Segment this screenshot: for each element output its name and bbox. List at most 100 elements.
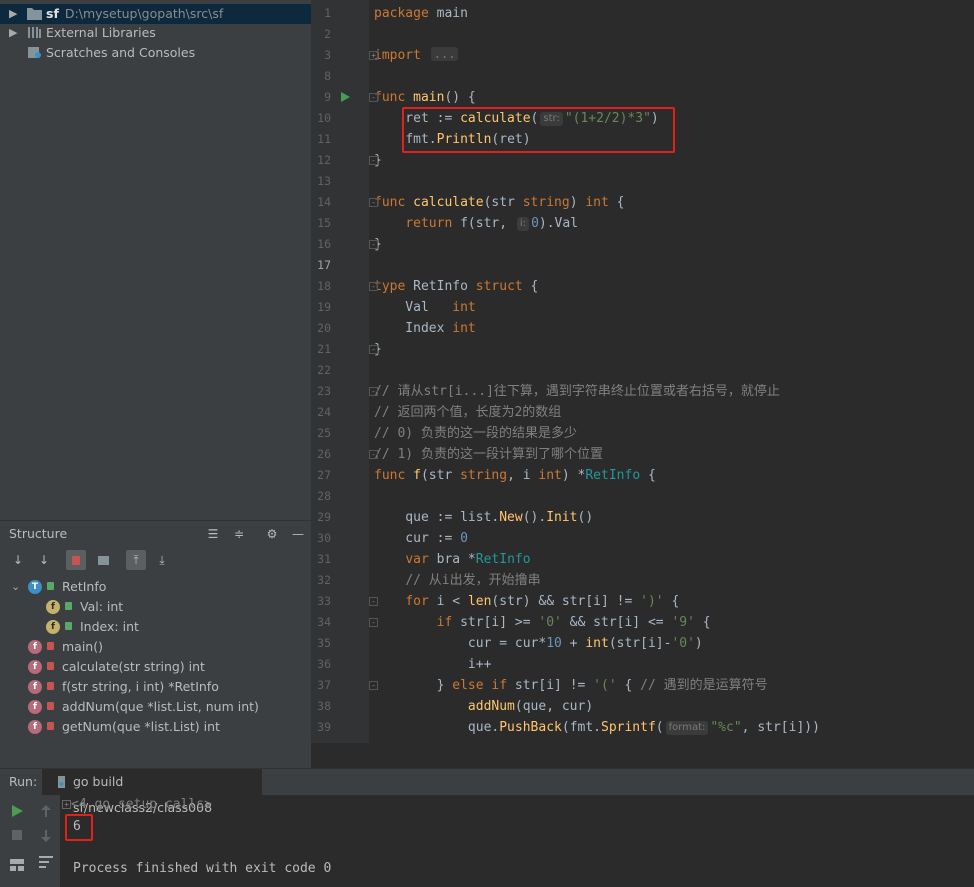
line-number: 10: [317, 111, 331, 125]
lock-icon: [47, 702, 54, 710]
run-icon[interactable]: [341, 92, 350, 102]
sort-alphabetically-icon[interactable]: ↓: [34, 550, 54, 570]
fold-icon[interactable]: +: [369, 51, 378, 60]
lock-icon: [47, 722, 54, 730]
code-line: que := list.New().Init(): [374, 510, 594, 525]
code-line: // 0) 负责的这一段的结果是多少: [374, 423, 577, 444]
line-number: 3: [324, 48, 331, 62]
function-icon: f: [28, 640, 42, 654]
structure-item-index[interactable]: f Index: int: [0, 617, 311, 637]
gear-icon[interactable]: ⚙: [262, 524, 282, 544]
code-line: que.PushBack(fmt.Sprintf(format: "%c", st…: [374, 720, 820, 735]
code-comment: // 1) 负责的这一段计算到了哪个位置: [374, 447, 603, 462]
fold-icon[interactable]: -: [369, 681, 378, 690]
code-line: -// 1) 负责的这一段计算到了哪个位置: [369, 444, 603, 465]
function-icon: f: [28, 700, 42, 714]
param-hint-i: i:: [516, 217, 530, 231]
line-number: 33: [317, 594, 331, 608]
arrow-down-icon[interactable]: [41, 830, 51, 842]
line-number: 39: [317, 720, 331, 734]
structure-item-f[interactable]: f f(str string, i int) *RetInfo: [0, 677, 311, 697]
code-comment: // 返回两个值，长度为2的数组: [374, 405, 562, 420]
autoscroll-to-source-icon[interactable]: ⤒: [126, 550, 146, 570]
line-number: 12: [317, 153, 331, 167]
structure-item-label: main(): [62, 639, 103, 654]
line-number: 20: [317, 321, 331, 335]
output-highlight-box: [65, 814, 93, 841]
code-line: i++: [374, 657, 492, 672]
code-line: cur = cur*10 + int(str[i]-'0'): [374, 636, 703, 651]
scratches-row[interactable]: Scratches and Consoles: [0, 43, 311, 63]
code-line: Val int: [374, 300, 476, 315]
structure-item-val[interactable]: f Val: int: [0, 597, 311, 617]
line-number: 35: [317, 636, 331, 650]
fold-icon[interactable]: -: [369, 156, 378, 165]
rerun-icon[interactable]: [12, 805, 23, 817]
expand-all-icon[interactable]: ☰: [203, 524, 223, 544]
project-panel: ▶ sf D:\mysetup\gopath\src\sf ▶ External …: [0, 0, 311, 520]
structure-panel: Structure ☰ ≑ ⚙ — ↓ ↓ ⤒ ⤓ ⌄ T RetInfo f …: [0, 520, 311, 769]
line-number: 26: [317, 447, 331, 461]
code-line: // 返回两个值，长度为2的数组: [374, 402, 561, 423]
code-line: - for i < len(str) && str[i] != ')' {: [369, 591, 679, 612]
fold-icon[interactable]: -: [369, 597, 378, 606]
soft-wrap-icon[interactable]: [39, 856, 53, 868]
fold-icon[interactable]: -: [369, 93, 378, 102]
fold-icon[interactable]: -: [369, 282, 378, 291]
structure-item-label: addNum(que *list.List, num int): [62, 699, 259, 714]
code-line: func f(str string, i int) *RetInfo {: [374, 468, 656, 483]
code-comment: // 0) 负责的这一段的结果是多少: [374, 426, 577, 441]
structure-item-calculate[interactable]: f calculate(str string) int: [0, 657, 311, 677]
collapse-all-icon[interactable]: ≑: [229, 524, 249, 544]
structure-item-label: calculate(str string) int: [62, 659, 205, 674]
arrow-up-icon[interactable]: [41, 805, 51, 817]
setup-calls-fold[interactable]: + <4 go setup calls>: [62, 797, 212, 812]
sort-by-type-icon[interactable]: ↓: [8, 550, 28, 570]
show-fields-icon[interactable]: [93, 550, 113, 570]
line-number: 14: [317, 195, 331, 209]
line-number: 37: [317, 678, 331, 692]
line-number: 2: [324, 27, 331, 41]
fold-icon[interactable]: -: [369, 618, 378, 627]
fold-icon[interactable]: -: [369, 198, 378, 207]
structure-item-getnum[interactable]: f getNum(que *list.List) int: [0, 717, 311, 737]
external-libraries-row[interactable]: ▶ External Libraries: [0, 23, 311, 43]
chevron-right-icon[interactable]: ▶: [9, 4, 21, 24]
run-tab[interactable]: go build sf/newclass2/class008: [42, 769, 262, 815]
structure-header: Structure ☰ ≑ ⚙ —: [0, 521, 311, 547]
fold-icon[interactable]: -: [369, 240, 378, 249]
code-line: - type RetInfo struct {: [369, 276, 538, 297]
autoscroll-from-source-icon[interactable]: ⤓: [152, 550, 172, 570]
structure-item-retinfo[interactable]: ⌄ T RetInfo: [0, 577, 311, 597]
line-number: 27: [317, 468, 331, 482]
fold-icon[interactable]: -: [369, 387, 378, 396]
scratches-label: Scratches and Consoles: [46, 45, 196, 60]
code-line: - if str[i] >= '0' && str[i] <= '9' {: [369, 612, 711, 633]
line-number: 28: [317, 489, 331, 503]
project-path: D:\mysetup\gopath\src\sf: [64, 6, 224, 21]
structure-item-addnum[interactable]: f addNum(que *list.List, num int): [0, 697, 311, 717]
type-icon: T: [28, 580, 42, 594]
line-number: 21: [317, 342, 331, 356]
fold-icon[interactable]: -: [369, 450, 378, 459]
public-icon: [47, 582, 54, 590]
minimize-icon[interactable]: —: [288, 524, 308, 544]
structure-item-label: Val: int: [80, 599, 124, 614]
project-root-row[interactable]: ▶ sf D:\mysetup\gopath\src\sf: [0, 4, 311, 24]
expand-icon[interactable]: +: [62, 800, 71, 809]
lock-icon: [47, 642, 54, 650]
public-icon: [65, 602, 72, 610]
layout-icon[interactable]: [10, 859, 24, 871]
chevron-down-icon[interactable]: ⌄: [11, 577, 23, 597]
fold-icon[interactable]: -: [369, 345, 378, 354]
stop-icon[interactable]: [12, 830, 22, 840]
code-line: package main: [374, 6, 468, 21]
chevron-right-icon[interactable]: ▶: [9, 23, 21, 43]
line-number: 31: [317, 552, 331, 566]
line-number: 36: [317, 657, 331, 671]
code-line: - func main() {: [369, 87, 476, 108]
line-number: 16: [317, 237, 331, 251]
structure-item-main[interactable]: f main(): [0, 637, 311, 657]
show-private-icon[interactable]: [66, 550, 86, 570]
line-number: 29: [317, 510, 331, 524]
